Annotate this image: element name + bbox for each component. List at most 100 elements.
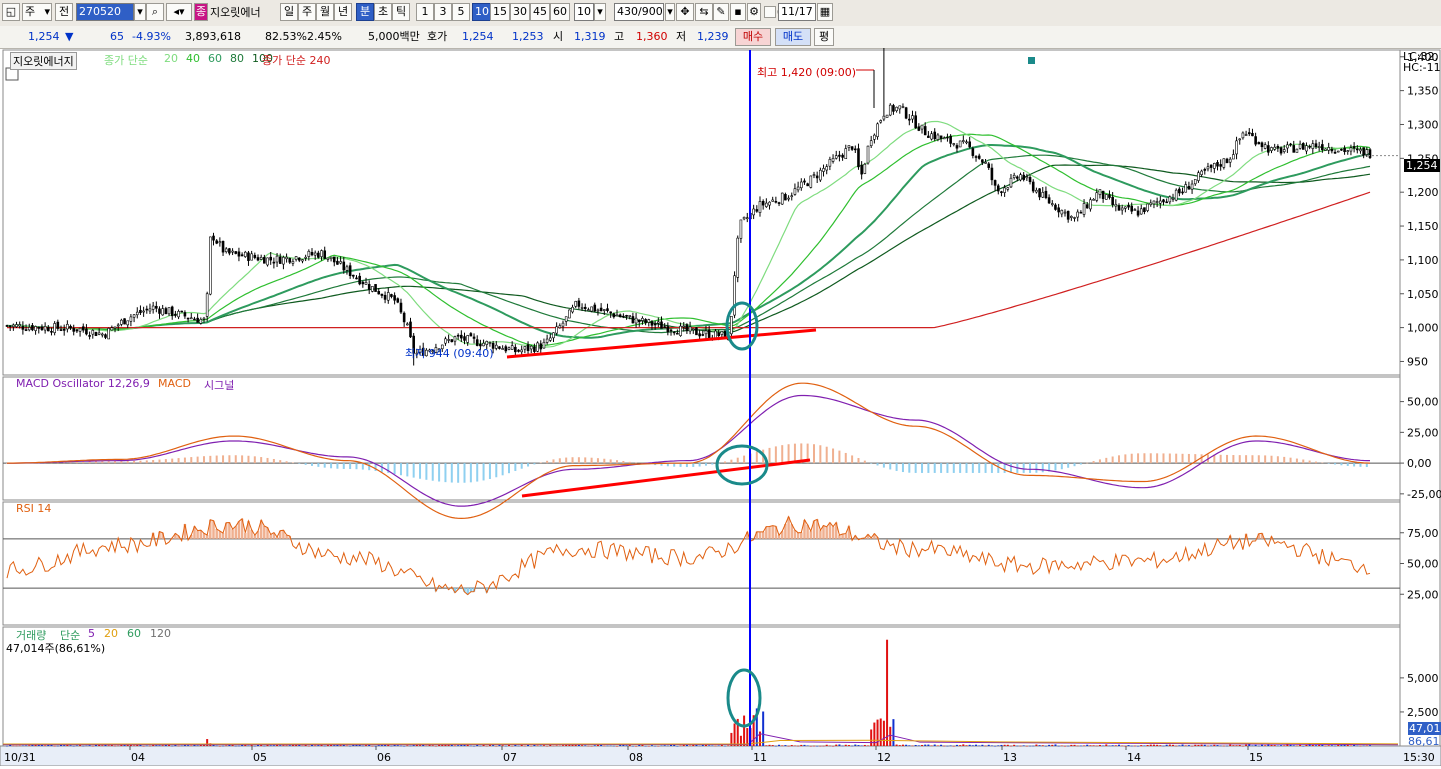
date-checkbox[interactable] [764, 6, 776, 18]
candle-body [548, 337, 552, 341]
buy-button[interactable]: 매수 [735, 28, 771, 46]
volume-bar [158, 745, 161, 746]
volume-bar [1105, 744, 1108, 746]
layout-icon[interactable]: ◱ [2, 3, 20, 21]
save-icon[interactable]: ▪ [730, 3, 746, 21]
eval-button[interactable]: 평 [814, 28, 834, 46]
interval-input[interactable]: 10 [574, 3, 594, 21]
interval-chevron-down-icon[interactable]: ▾ [594, 3, 606, 21]
macd-osc-bar [838, 450, 841, 464]
candle-body [390, 294, 393, 297]
candle-body [866, 145, 870, 164]
period-button[interactable]: 년 [334, 3, 352, 21]
volume-bar [1130, 745, 1133, 747]
macd-osc-bar [1073, 463, 1076, 467]
volume-bar [711, 745, 714, 746]
candle-body [876, 123, 879, 137]
volume-bar [1184, 745, 1187, 746]
macd-osc-bar [260, 457, 263, 464]
macd-osc-bar [1175, 453, 1178, 464]
candle-body [660, 321, 663, 329]
volume-bar [647, 745, 650, 747]
interval-button[interactable]: 1 [416, 3, 434, 21]
volume-bar [1254, 744, 1257, 746]
calendar-icon[interactable]: ▦ [817, 3, 833, 21]
draw-icon[interactable]: ✎ [713, 3, 729, 21]
crosshair-icon[interactable]: ✥ [676, 3, 694, 21]
volume-bar [1369, 745, 1371, 746]
macd-osc-bar [285, 461, 288, 464]
volume-bar [18, 745, 21, 747]
candle-body [555, 326, 558, 334]
market-select-value: 주 [25, 5, 36, 18]
chart-area[interactable]: 10/31 04 05 06 07 08 11 12 13 14 15 15:30 1,400 1,350… [0, 43, 1441, 767]
speaker-icon[interactable]: ◂▾ [166, 3, 192, 21]
candle-body [215, 240, 218, 244]
candle-body [1200, 170, 1203, 175]
candle-body [1340, 148, 1343, 151]
candle-body [942, 137, 946, 140]
count-input[interactable]: 430/900 [614, 3, 664, 21]
candle-body [987, 163, 991, 168]
down-arrow-icon: ▼ [65, 30, 74, 43]
period-button[interactable]: 주 [298, 3, 316, 21]
macd-osc-bar [1086, 462, 1089, 464]
macd-osc-bar [406, 463, 409, 477]
turnover-value: 2.45% [307, 30, 342, 43]
date-input[interactable]: 11/17 [778, 3, 816, 21]
period-button[interactable]: 틱 [392, 3, 410, 21]
volume-bar [936, 745, 939, 747]
period-button[interactable]: 월 [316, 3, 334, 21]
macd-osc-bar [603, 458, 606, 464]
volume-bar [959, 745, 962, 746]
search-icon[interactable]: ⌕ [146, 3, 164, 21]
volume-bar [546, 745, 549, 747]
candle-body [460, 334, 463, 339]
candle-body [590, 306, 593, 312]
period-button[interactable]: 일 [280, 3, 298, 21]
candle-body [186, 317, 190, 320]
prev-button[interactable]: 전 [55, 3, 73, 21]
candle-body [1305, 145, 1308, 152]
code-dropdown-chevron-icon[interactable]: ▾ [134, 3, 146, 21]
volume-tag: 47,01 [1408, 722, 1441, 735]
macd-osc-bar [793, 443, 796, 464]
candle-body [1193, 179, 1197, 185]
volume-bar [145, 745, 148, 747]
interval-button[interactable]: 30 [510, 3, 530, 21]
code-input[interactable]: 270520 [76, 3, 134, 21]
sell-button[interactable]: 매도 [775, 28, 811, 46]
count-stepper[interactable]: ▾ [665, 3, 675, 21]
macd-osc-bar [1302, 459, 1305, 464]
candle-body [1349, 147, 1353, 152]
volume-bar [917, 745, 920, 746]
macd-osc-bar [870, 463, 873, 464]
interval-button[interactable]: 3 [434, 3, 452, 21]
period-button[interactable]: 분 [356, 3, 374, 21]
volume-bar [234, 745, 237, 747]
volume-bar [107, 745, 110, 746]
volume-bar [940, 744, 943, 746]
macd-osc-bar [997, 463, 1000, 473]
interval-button[interactable]: 45 [530, 3, 550, 21]
macd-osc-bar [241, 455, 244, 464]
period-button[interactable]: 초 [374, 3, 392, 21]
stock-name[interactable]: 지오릿에너 [210, 6, 261, 20]
volume-bar [1222, 745, 1225, 747]
interval-button[interactable]: 60 [550, 3, 570, 21]
interval-button[interactable]: 10 [472, 3, 492, 21]
market-select[interactable]: 주 ▾ [22, 3, 52, 21]
volume-bar [272, 745, 275, 746]
candle-body [501, 348, 504, 350]
candle-body [1133, 209, 1137, 211]
candle-body [278, 256, 282, 264]
interval-button[interactable]: 5 [452, 3, 470, 21]
candle-body [348, 265, 352, 276]
gear-icon[interactable]: ⚙ [747, 3, 761, 21]
interval-button[interactable]: 15 [490, 3, 510, 21]
volume-bar [949, 745, 952, 746]
chart-svg[interactable]: 10/31 04 05 06 07 08 11 12 13 14 15 15:301,4001,350… [0, 43, 1441, 767]
candle-body [1016, 176, 1019, 179]
chart-toggle-icon[interactable]: ⇆ [695, 3, 713, 21]
volume-bar [1318, 744, 1321, 746]
